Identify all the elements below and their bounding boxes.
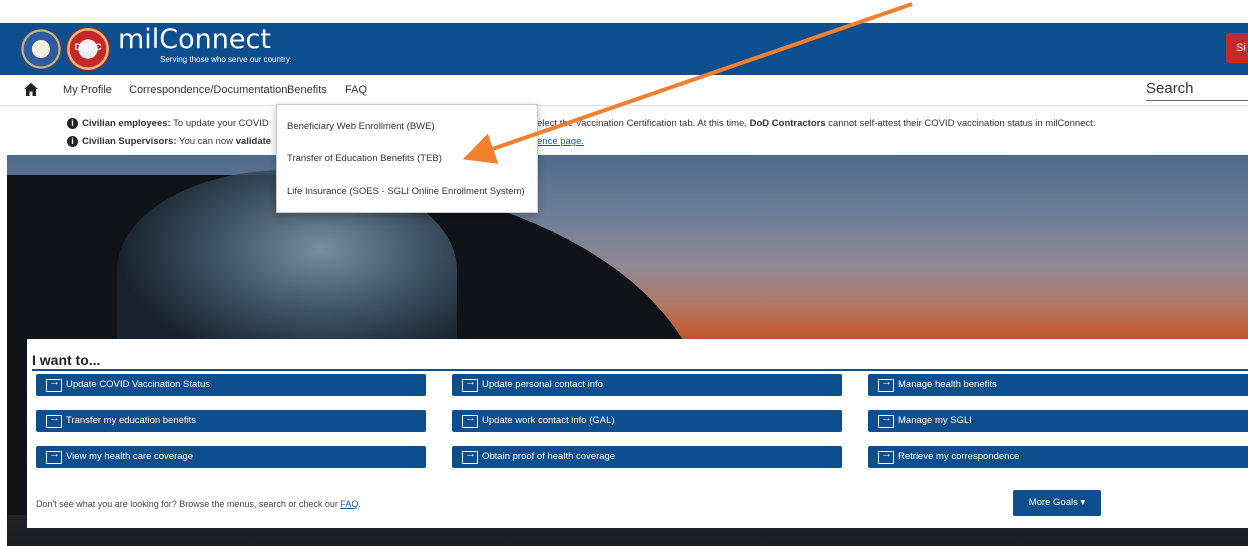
nav-benefits[interactable]: Benefits xyxy=(287,84,327,96)
notice-supervisors-tail: ence page. xyxy=(537,136,584,147)
goal-obtain-proof-coverage[interactable]: Obtain proof of health coverage xyxy=(452,446,842,468)
notice-text: To update your COVID xyxy=(170,118,269,130)
help-text: Don't see what you are looking for? Brow… xyxy=(36,499,341,509)
info-icon: i xyxy=(67,118,78,129)
info-icon: i xyxy=(67,136,78,147)
faq-link[interactable]: FAQ xyxy=(340,499,358,509)
dmdc-seal-text: DMDC xyxy=(74,42,102,52)
menu-item-teb[interactable]: Transfer of Education Benefits (TEB) xyxy=(287,153,442,164)
goal-manage-sgli[interactable]: Manage my SGLI xyxy=(868,410,1248,432)
nav-faq[interactable]: FAQ xyxy=(345,84,367,96)
goal-label: Update COVID Vaccination Status xyxy=(66,379,210,390)
goal-manage-health-benefits[interactable]: Manage health benefits xyxy=(868,374,1248,396)
sign-in-button[interactable]: Si xyxy=(1226,33,1248,63)
enter-icon xyxy=(46,376,62,392)
goals-divider xyxy=(32,369,1248,371)
notice-bold: validate xyxy=(235,136,272,148)
goal-update-covid[interactable]: Update COVID Vaccination Status xyxy=(36,374,426,396)
notice-text: elect the Vaccination Certification tab.… xyxy=(537,118,750,129)
goal-label: Retrieve my correspondence xyxy=(898,451,1020,462)
goals-title: I want to... xyxy=(32,352,101,368)
enter-icon xyxy=(46,448,62,464)
notice-bold: DoD Contractors xyxy=(749,118,826,129)
goal-label: Manage health benefits xyxy=(898,379,997,390)
notice-civilian-employees: i Civilian employees: To update your COVI… xyxy=(67,118,269,129)
goal-label: Update personal contact info xyxy=(482,379,603,390)
goal-label: Obtain proof of health coverage xyxy=(482,451,616,462)
goal-retrieve-correspondence[interactable]: Retrieve my correspondence xyxy=(868,446,1248,468)
goal-label: View my health care coverage xyxy=(66,451,194,462)
goal-update-personal-contact[interactable]: Update personal contact info xyxy=(452,374,842,396)
enter-icon xyxy=(462,448,478,464)
notice-label: Civilian employees: xyxy=(82,118,171,130)
dod-seal-icon[interactable] xyxy=(19,27,63,71)
site-tagline: Serving those who serve our country. xyxy=(160,55,292,64)
enter-icon xyxy=(878,448,894,464)
goal-label: Manage my SGLI xyxy=(898,415,972,426)
enter-icon xyxy=(878,376,894,392)
benefits-dropdown-menu: Beneficiary Web Enrollment (BWE) Transfe… xyxy=(276,104,538,213)
notice-text: cannot self-attest their COVID vaccinati… xyxy=(825,118,1096,129)
goal-transfer-education[interactable]: Transfer my education benefits xyxy=(36,410,426,432)
more-goals-button[interactable]: More Goals ▾ xyxy=(1013,490,1101,516)
search-underline xyxy=(1146,100,1248,101)
menu-item-life-insurance[interactable]: Life Insurance (SOES - SGLI Online Enrol… xyxy=(287,186,525,197)
notice-text: You can now xyxy=(176,136,236,148)
home-icon[interactable] xyxy=(24,83,38,96)
help-text-end: . xyxy=(358,499,361,509)
main-nav: My Profile Correspondence/Documentation … xyxy=(0,75,1248,106)
goals-panel: I want to... Update COVID Vaccination St… xyxy=(27,339,1248,528)
notice-civilian-supervisors: i Civilian Supervisors: You can now valid… xyxy=(67,136,271,147)
search-input[interactable]: Search xyxy=(1146,80,1194,97)
correspondence-page-link[interactable]: ence page. xyxy=(537,136,584,147)
site-header: DMDC milConnect Serving those who serve … xyxy=(0,23,1248,75)
goals-help-text: Don't see what you are looking for? Brow… xyxy=(36,499,361,509)
more-goals-label: More Goals xyxy=(1028,497,1078,508)
notice-civilian-employees-tail: elect the Vaccination Certification tab.… xyxy=(537,118,1095,129)
goal-view-health-coverage[interactable]: View my health care coverage xyxy=(36,446,426,468)
goal-update-work-contact[interactable]: Update work contact info (GAL) xyxy=(452,410,842,432)
nav-correspondence[interactable]: Correspondence/Documentation xyxy=(129,84,287,96)
dmdc-seal-icon[interactable]: DMDC xyxy=(66,27,110,71)
enter-icon xyxy=(462,412,478,428)
caret-down-icon: ▾ xyxy=(1080,497,1086,508)
goal-label: Update work contact info (GAL) xyxy=(482,415,615,426)
enter-icon xyxy=(46,412,62,428)
enter-icon xyxy=(878,412,894,428)
goal-label: Transfer my education benefits xyxy=(66,415,197,426)
site-brand[interactable]: milConnect xyxy=(118,24,271,55)
nav-my-profile[interactable]: My Profile xyxy=(63,84,112,96)
menu-item-bwe[interactable]: Beneficiary Web Enrollment (BWE) xyxy=(287,121,435,132)
notice-label: Civilian Supervisors: xyxy=(82,136,177,148)
enter-icon xyxy=(462,376,478,392)
